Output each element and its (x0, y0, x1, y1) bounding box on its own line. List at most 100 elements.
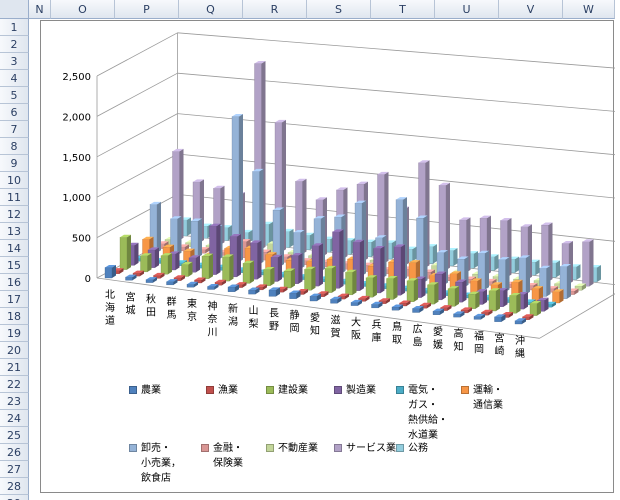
row-header-3[interactable]: 3 (0, 53, 29, 70)
column-header-r[interactable]: R (243, 0, 307, 19)
bar-side-0-6 (157, 201, 161, 253)
row-header-25[interactable]: 25 (0, 427, 29, 444)
row-header-29[interactable]: 29 (0, 495, 29, 500)
x-tick-label-10: 愛知 (310, 311, 320, 337)
bar-side-17-10 (535, 259, 540, 276)
row-header-19[interactable]: 19 (0, 325, 29, 342)
bar-5-2 (222, 256, 230, 282)
x-tick-label-2: 秋田 (146, 293, 156, 319)
bar-side-5-3 (237, 234, 241, 277)
legend-entry-4: 電気・ ガス・ 熱供給・ 水道業 (396, 383, 448, 443)
row-header-13[interactable]: 13 (0, 223, 29, 240)
bar-8-0 (268, 289, 277, 297)
select-all-corner[interactable] (0, 0, 29, 19)
row-header-15[interactable]: 15 (0, 257, 29, 274)
legend-entry-2: 建設業 (266, 383, 308, 398)
legend-label-line: 不動産業 (278, 443, 318, 454)
bar-side-11-10 (412, 246, 417, 262)
column-header-o[interactable]: O (51, 0, 115, 19)
bar-side-18-6 (526, 255, 530, 295)
bar-side-9-2 (311, 266, 316, 291)
row-header-23[interactable]: 23 (0, 393, 29, 410)
bar-side-2-6 (198, 218, 202, 258)
bar-10-0 (309, 296, 318, 302)
bar-side-15-2 (434, 282, 439, 305)
bar-side-12-3 (380, 246, 385, 293)
bar-side-17-3 (483, 289, 487, 305)
row-header-17[interactable]: 17 (0, 291, 29, 308)
row-header-7[interactable]: 7 (0, 121, 29, 138)
row-header-14[interactable]: 14 (0, 240, 29, 257)
row-header-11[interactable]: 11 (0, 189, 29, 206)
row-header-24[interactable]: 24 (0, 410, 29, 427)
bar-side-10-2 (332, 265, 336, 293)
column-header-p[interactable]: P (115, 0, 179, 19)
bar-20-5 (552, 291, 560, 304)
bar-9-2 (304, 269, 312, 291)
legend-entry-10: 公務 (396, 441, 428, 456)
row-header-8[interactable]: 8 (0, 138, 29, 155)
legend-swatch-8 (266, 444, 274, 452)
bar-18-0 (473, 316, 482, 320)
bar-7-0 (248, 289, 256, 295)
column-header-n[interactable]: N (29, 0, 51, 19)
bar-20-0 (514, 320, 523, 325)
gridline-side (96, 32, 178, 77)
legend-label-9: サービス業 (346, 441, 396, 456)
row-header-16[interactable]: 16 (0, 274, 29, 291)
bar-side-12-10 (433, 244, 437, 264)
chart-area[interactable]: 0 500 1,000 1,500 2,000 2,500 北海道 宮城 秋田 群馬 東京 神奈川 新潟… (40, 20, 620, 493)
x-tick-label-1: 宮城 (126, 290, 136, 316)
bar-1-0 (125, 276, 133, 281)
bar-13-2 (386, 278, 394, 300)
row-header-1[interactable]: 1 (0, 19, 29, 36)
legend-label-0: 農業 (141, 383, 161, 398)
row-header-28[interactable]: 28 (0, 478, 29, 495)
column-header-v[interactable]: V (499, 0, 563, 19)
legend-entry-8: 不動産業 (266, 441, 318, 456)
bar-side-20-6 (567, 263, 571, 299)
legend-label-6: 卸売・ 小売業， 飲食店 (141, 441, 181, 486)
column-header-s[interactable]: S (307, 0, 371, 19)
row-header-2[interactable]: 2 (0, 36, 29, 53)
column-header-w[interactable]: W (563, 0, 615, 19)
bar-side-13-2 (393, 275, 398, 300)
row-header-10[interactable]: 10 (0, 172, 29, 189)
bar-18-2 (488, 290, 497, 312)
x-tick-label-3: 群馬 (167, 295, 177, 321)
row-header-21[interactable]: 21 (0, 359, 29, 376)
row-header-4[interactable]: 4 (0, 70, 29, 87)
row-header-27[interactable]: 27 (0, 461, 29, 478)
bar-17-2 (468, 294, 476, 309)
row-header-6[interactable]: 6 (0, 104, 29, 121)
legend-label-line: 公務 (408, 443, 428, 454)
column-header-u[interactable]: U (435, 0, 499, 19)
row-header-18[interactable]: 18 (0, 308, 29, 325)
bar-3-0 (166, 281, 174, 286)
row-header-5[interactable]: 5 (0, 87, 29, 104)
bar-side-6-2 (250, 260, 254, 284)
legend-label-line: 飲食店 (141, 473, 171, 484)
legend-swatch-10 (396, 444, 404, 452)
row-header-22[interactable]: 22 (0, 376, 29, 393)
legend-label-line: 農業 (141, 385, 161, 396)
floor-right-edge (539, 290, 620, 339)
row-header-26[interactable]: 26 (0, 444, 29, 461)
bar-side-14-10 (474, 251, 478, 269)
legend-entry-1: 漁業 (206, 383, 238, 398)
bar-side-2-2 (168, 253, 172, 275)
bar-side-1-6 (177, 216, 182, 256)
column-header-t[interactable]: T (371, 0, 435, 19)
bar-10-2 (324, 268, 333, 293)
row-header-12[interactable]: 12 (0, 206, 29, 223)
column-header-q[interactable]: Q (179, 0, 243, 19)
legend-label-line: 通信業 (473, 400, 503, 411)
legend-swatch-7 (201, 444, 209, 452)
bar-side-8-2 (291, 268, 295, 288)
row-header-9[interactable]: 9 (0, 155, 29, 172)
bar-side-11-2 (352, 269, 357, 295)
row-header-20[interactable]: 20 (0, 342, 29, 359)
legend-label-line: 電気・ (408, 385, 438, 396)
legend-entry-3: 製造業 (334, 383, 376, 398)
legend-label-line: 建設業 (278, 385, 308, 396)
